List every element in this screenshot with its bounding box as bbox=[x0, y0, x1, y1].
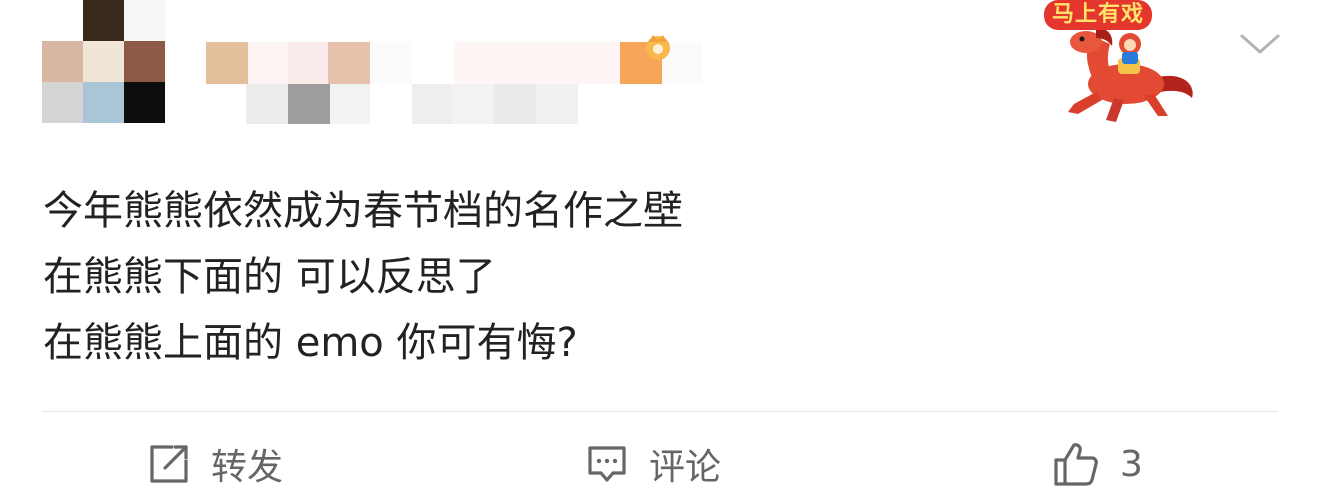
post-text-line: 今年熊熊依然成为春节档的名作之壁 bbox=[43, 188, 683, 234]
comment-button[interactable]: 评论 bbox=[585, 436, 721, 492]
sticker-caption: 马上有戏 bbox=[1044, 0, 1153, 30]
like-button[interactable]: 3 bbox=[1052, 436, 1143, 492]
comment-label: 评论 bbox=[649, 447, 722, 488]
avatar[interactable] bbox=[42, 0, 166, 124]
repost-label: 转发 bbox=[211, 447, 284, 488]
like-count: 3 bbox=[1120, 443, 1143, 485]
post-text: 今年熊熊依然成为春节档的名作之壁 在熊熊下面的 可以反思了 在熊熊上面的 emo… bbox=[43, 178, 683, 376]
post-source-meta bbox=[246, 84, 626, 124]
post-text-line: 在熊熊下面的 可以反思了 bbox=[43, 254, 496, 300]
divider bbox=[42, 411, 1278, 412]
chevron-down-icon[interactable] bbox=[1238, 28, 1282, 58]
username[interactable] bbox=[206, 42, 706, 84]
post-text-line: 在熊熊上面的 emo 你可有悔? bbox=[43, 320, 578, 366]
share-icon bbox=[150, 445, 188, 483]
thumbs-up-icon bbox=[1054, 443, 1098, 486]
repost-button[interactable]: 转发 bbox=[147, 436, 283, 492]
crown-icon bbox=[646, 35, 670, 60]
comment-icon bbox=[588, 446, 626, 482]
